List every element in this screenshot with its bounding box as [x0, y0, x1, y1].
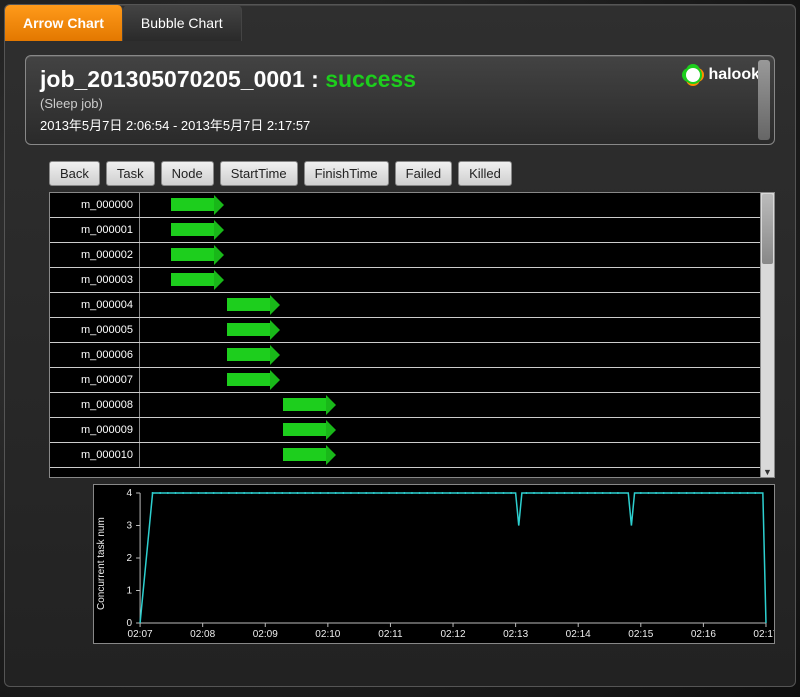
gantt-row-track [140, 318, 760, 342]
tab-bubble-chart[interactable]: Bubble Chart [123, 5, 242, 41]
svg-text:0: 0 [126, 618, 132, 629]
app-logo: halook [686, 66, 760, 84]
task-arrow-icon[interactable] [227, 373, 270, 386]
job-id: job_201305070205_0001 [40, 66, 305, 92]
task-arrow-icon[interactable] [283, 398, 326, 411]
task-arrow-icon[interactable] [171, 198, 214, 211]
gantt-row-track [140, 193, 760, 217]
header-scrollbar[interactable] [758, 60, 770, 140]
job-header: job_201305070205_0001 : success (Sleep j… [25, 55, 775, 145]
gantt-row-label: m_000006 [50, 343, 140, 367]
task-arrow-icon[interactable] [171, 273, 214, 286]
concurrent-task-chart: Concurrent task num 0 1 2 3 4 02:07 02:08 02:09… [93, 484, 775, 644]
gantt-row-label: m_000005 [50, 318, 140, 342]
svg-text:02:11: 02:11 [378, 629, 403, 640]
task-button[interactable]: Task [106, 161, 155, 186]
svg-text:02:14: 02:14 [566, 629, 592, 640]
job-timerange: 2013年5月7日 2:06:54 - 2013年5月7日 2:17:57 [40, 115, 760, 134]
gantt-row-label: m_000002 [50, 243, 140, 267]
gantt-row-label: m_000004 [50, 293, 140, 317]
job-status: success [325, 66, 416, 92]
gantt-row-label: m_000000 [50, 193, 140, 217]
gantt-row-label: m_000007 [50, 368, 140, 392]
gantt-row-label: m_000008 [50, 393, 140, 417]
failed-button[interactable]: Failed [395, 161, 452, 186]
gantt-row[interactable]: m_000007 [50, 368, 760, 393]
job-subtitle: (Sleep job) [40, 96, 760, 111]
gantt-row-track [140, 293, 760, 317]
svg-text:02:07: 02:07 [128, 629, 154, 640]
logo-text: halook [708, 66, 760, 84]
gantt-row[interactable]: m_000001 [50, 218, 760, 243]
task-arrow-icon[interactable] [227, 323, 270, 336]
gantt-row-track [140, 393, 760, 417]
svg-text:1: 1 [126, 586, 132, 597]
title-separator: : [305, 66, 325, 92]
task-arrow-icon[interactable] [171, 248, 214, 261]
svg-text:02:10: 02:10 [315, 629, 341, 640]
chart-plot-area[interactable]: 0 1 2 3 4 02:07 02:08 02:09 02:10 02:11 02:12 02:13… [112, 485, 774, 643]
svg-text:3: 3 [126, 521, 132, 532]
svg-text:02:13: 02:13 [503, 629, 529, 640]
gantt-row-track [140, 268, 760, 292]
node-button[interactable]: Node [161, 161, 214, 186]
gantt-row[interactable]: m_000006 [50, 343, 760, 368]
app-frame: Arrow Chart Bubble Chart job_20130507020… [4, 4, 796, 687]
svg-text:2: 2 [126, 553, 132, 564]
task-arrow-icon[interactable] [171, 223, 214, 236]
gantt-row[interactable]: m_000009 [50, 418, 760, 443]
svg-text:02:12: 02:12 [440, 629, 466, 640]
gantt-row[interactable]: m_000003 [50, 268, 760, 293]
gantt-row-label: m_000010 [50, 443, 140, 467]
chart-ylabel: Concurrent task num [94, 485, 112, 643]
gantt-row-track [140, 368, 760, 392]
gantt-scrollbar[interactable]: ▲ ▼ [760, 193, 774, 477]
gantt-row-track [140, 343, 760, 367]
gantt-row-track [140, 443, 760, 467]
back-button[interactable]: Back [49, 161, 100, 186]
svg-text:02:08: 02:08 [190, 629, 216, 640]
scroll-down-icon[interactable]: ▼ [761, 467, 774, 477]
tab-arrow-chart[interactable]: Arrow Chart [5, 5, 123, 41]
gantt-row-label: m_000003 [50, 268, 140, 292]
gantt-row-label: m_000001 [50, 218, 140, 242]
gantt-row-label: m_000009 [50, 418, 140, 442]
svg-text:02:17: 02:17 [753, 629, 774, 640]
gantt-row[interactable]: m_000005 [50, 318, 760, 343]
logo-icon [686, 68, 700, 82]
svg-text:02:16: 02:16 [691, 629, 717, 640]
content-area: job_201305070205_0001 : success (Sleep j… [5, 41, 795, 686]
killed-button[interactable]: Killed [458, 161, 512, 186]
task-arrow-icon[interactable] [227, 298, 270, 311]
scroll-thumb[interactable] [762, 194, 773, 264]
gantt-body[interactable]: m_000000m_000001m_000002m_000003m_000004… [50, 193, 760, 477]
gantt-row-track [140, 243, 760, 267]
gantt-chart: m_000000m_000001m_000002m_000003m_000004… [49, 192, 775, 478]
svg-text:02:09: 02:09 [253, 629, 279, 640]
tab-bar: Arrow Chart Bubble Chart [5, 5, 795, 41]
gantt-row-track [140, 218, 760, 242]
starttime-button[interactable]: StartTime [220, 161, 298, 186]
gantt-row[interactable]: m_000010 [50, 443, 760, 468]
gantt-row[interactable]: m_000008 [50, 393, 760, 418]
finishtime-button[interactable]: FinishTime [304, 161, 389, 186]
task-arrow-icon[interactable] [283, 423, 326, 436]
gantt-row[interactable]: m_000002 [50, 243, 760, 268]
task-arrow-icon[interactable] [283, 448, 326, 461]
toolbar: Back Task Node StartTime FinishTime Fail… [49, 161, 775, 186]
gantt-row[interactable]: m_000004 [50, 293, 760, 318]
task-arrow-icon[interactable] [227, 348, 270, 361]
svg-text:02:15: 02:15 [628, 629, 654, 640]
gantt-row-track [140, 418, 760, 442]
svg-text:4: 4 [126, 488, 132, 499]
gantt-row[interactable]: m_000000 [50, 193, 760, 218]
